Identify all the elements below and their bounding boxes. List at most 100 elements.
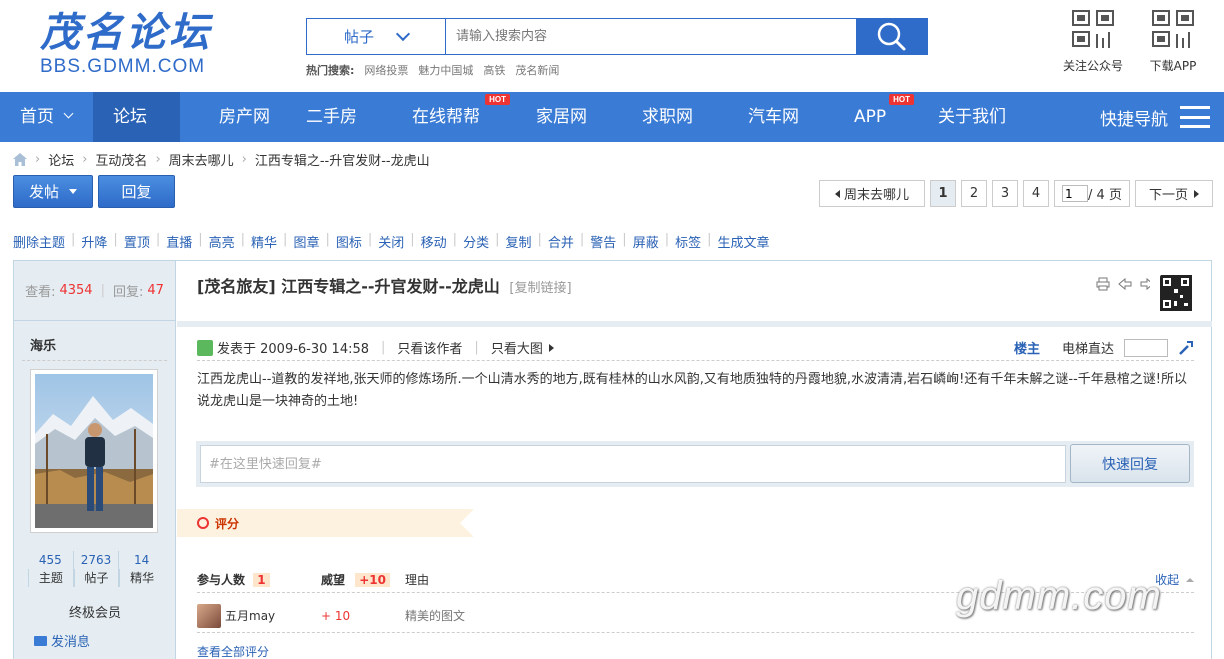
jump-go-icon[interactable] bbox=[1178, 340, 1194, 356]
nav-item-help[interactable]: 在线帮帮 HOT bbox=[392, 92, 516, 142]
copy-link[interactable]: [复制链接] bbox=[509, 281, 571, 296]
quick-reply-box: 快速回复 bbox=[196, 441, 1194, 487]
jump-floor-label: 电梯直达 bbox=[1061, 342, 1114, 357]
rating-header: 参与人数 1 威望 +10 理由 收起 bbox=[197, 567, 1194, 593]
page-total: / 4 页 bbox=[1088, 188, 1122, 203]
view-all-ratings-link[interactable]: 查看全部评分 bbox=[197, 643, 269, 659]
search-input[interactable] bbox=[446, 19, 856, 54]
post-container: 查看: 4354 | 回复: 47 海乐 455 主题 2763 帖子 14 精… bbox=[13, 260, 1212, 659]
collapse-rating-link[interactable]: 收起 bbox=[1155, 571, 1194, 588]
breadcrumb-item[interactable]: 江西专辑之--升官发财--龙虎山 bbox=[255, 150, 430, 169]
chevron-down-icon bbox=[63, 108, 74, 119]
author-avatar[interactable] bbox=[30, 369, 158, 533]
page-3[interactable]: 3 bbox=[992, 180, 1018, 207]
author-topics[interactable]: 455 主题 bbox=[28, 551, 73, 587]
reply-button[interactable]: 回复 bbox=[98, 175, 175, 208]
mod-action[interactable]: 直播 bbox=[166, 232, 192, 251]
page-1[interactable]: 1 bbox=[930, 180, 956, 207]
qrcode-icon[interactable] bbox=[1150, 273, 1194, 313]
mod-action[interactable]: 生成文章 bbox=[718, 232, 770, 251]
hot-term[interactable]: 魅力中国城 bbox=[418, 62, 473, 78]
page-4[interactable]: 4 bbox=[1023, 180, 1049, 207]
mod-action[interactable]: 精华 bbox=[251, 232, 277, 251]
rating-prestige: 威望 +10 bbox=[321, 571, 405, 588]
views-count: 4354 bbox=[59, 283, 93, 298]
thread-title: [茂名旅友] 江西专辑之--升官发财--龙虎山 [复制链接] bbox=[197, 273, 572, 297]
search-button[interactable] bbox=[856, 19, 927, 54]
rater[interactable]: 五月may bbox=[197, 603, 321, 628]
search-type-select[interactable]: 帖子 bbox=[307, 19, 446, 54]
online-status-icon bbox=[197, 339, 213, 356]
mod-action[interactable]: 关闭 bbox=[378, 232, 404, 251]
nav-item-about[interactable]: 关于我们 bbox=[918, 92, 1048, 142]
hot-badge: HOT bbox=[889, 94, 914, 105]
modbar-divider: | bbox=[155, 232, 161, 247]
mod-action[interactable]: 升降 bbox=[81, 232, 107, 251]
mod-action[interactable]: 屏蔽 bbox=[633, 232, 659, 251]
quick-reply-input[interactable] bbox=[200, 445, 1066, 483]
nav-item-secondhand[interactable]: 二手房 bbox=[286, 92, 392, 142]
mod-action[interactable]: 图标 bbox=[336, 232, 362, 251]
nav-item-label: 汽车网 bbox=[748, 107, 799, 127]
rater-points: + 10 bbox=[321, 608, 351, 623]
nav-item-forum[interactable]: 论坛 bbox=[93, 92, 180, 142]
participants-count: 1 bbox=[253, 573, 270, 587]
thread-tools bbox=[1096, 277, 1154, 291]
hot-term[interactable]: 茂名新闻 bbox=[515, 62, 559, 78]
nav-item-jobs[interactable]: 求职网 bbox=[622, 92, 728, 142]
mod-action[interactable]: 置顶 bbox=[124, 232, 150, 251]
rating-circle-icon bbox=[197, 517, 209, 529]
quick-nav[interactable]: 快捷导航 bbox=[1100, 92, 1224, 142]
prev-thread-icon[interactable] bbox=[1118, 277, 1132, 291]
follow-wechat[interactable]: 关注公众号 bbox=[1057, 10, 1129, 74]
prestige-total: +10 bbox=[355, 573, 390, 587]
only-images-link[interactable]: 只看大图 bbox=[491, 338, 543, 357]
topics-count: 455 bbox=[38, 553, 62, 567]
mod-action[interactable]: 警告 bbox=[590, 232, 616, 251]
mod-action[interactable]: 复制 bbox=[505, 232, 531, 251]
print-icon[interactable] bbox=[1096, 277, 1110, 291]
breadcrumb-separator: › bbox=[241, 152, 247, 167]
nav-item-house[interactable]: 房产网 bbox=[180, 92, 286, 142]
send-message-link[interactable]: 发消息 bbox=[34, 631, 90, 650]
modbar-divider: | bbox=[113, 232, 118, 247]
hot-term[interactable]: 高铁 bbox=[483, 62, 505, 78]
page-jump-input[interactable] bbox=[1062, 185, 1089, 202]
author-name[interactable]: 海乐 bbox=[22, 321, 167, 361]
mod-action[interactable]: 移动 bbox=[421, 232, 447, 251]
home-icon[interactable] bbox=[13, 153, 27, 166]
breadcrumb-item[interactable]: 周末去哪儿 bbox=[169, 150, 234, 169]
nav-item-app[interactable]: APP HOT bbox=[834, 92, 918, 142]
site-logo[interactable]: 茂名论坛 BBS.GDMM.COM bbox=[40, 10, 212, 78]
mod-action[interactable]: 分类 bbox=[463, 232, 489, 251]
mod-action[interactable]: 标签 bbox=[675, 232, 701, 251]
new-post-button[interactable]: 发帖 bbox=[13, 175, 93, 208]
next-page-button[interactable]: 下一页 bbox=[1135, 180, 1213, 207]
only-author-link[interactable]: 只看该作者 bbox=[397, 338, 462, 357]
jump-floor-input[interactable] bbox=[1124, 338, 1168, 357]
chevron-left-icon bbox=[834, 189, 840, 198]
modbar-divider: | bbox=[579, 232, 585, 247]
thread-category[interactable]: [茂名旅友] bbox=[197, 277, 276, 296]
nav-item-home[interactable]: 首页 bbox=[0, 92, 93, 142]
author-posts[interactable]: 2763 帖子 bbox=[72, 551, 119, 587]
mod-action[interactable]: 图章 bbox=[293, 232, 319, 251]
nav-item-auto[interactable]: 汽车网 bbox=[728, 92, 834, 142]
nav-item-home-deco[interactable]: 家居网 bbox=[516, 92, 622, 142]
mod-action[interactable]: 合并 bbox=[548, 232, 574, 251]
breadcrumb-item[interactable]: 互动茂名 bbox=[95, 150, 147, 169]
download-app[interactable]: 下载APP bbox=[1137, 10, 1209, 74]
nav-item-label: 二手房 bbox=[306, 107, 357, 127]
page-2[interactable]: 2 bbox=[961, 180, 987, 207]
breadcrumb-item[interactable]: 论坛 bbox=[48, 150, 74, 169]
logo-text-cn: 茂名论坛 bbox=[40, 10, 212, 56]
author-digest[interactable]: 14 精华 bbox=[118, 551, 164, 587]
back-to-forum-button[interactable]: 周末去哪儿 bbox=[819, 180, 925, 207]
quick-reply-button[interactable]: 快速回复 bbox=[1070, 444, 1190, 483]
search-icon bbox=[877, 22, 905, 50]
mod-action[interactable]: 删除主题 bbox=[13, 232, 65, 251]
mod-action[interactable]: 高亮 bbox=[209, 232, 235, 251]
avatar-image bbox=[35, 374, 153, 528]
hot-term[interactable]: 网络投票 bbox=[364, 62, 408, 78]
next-page-label: 下一页 bbox=[1148, 188, 1188, 203]
